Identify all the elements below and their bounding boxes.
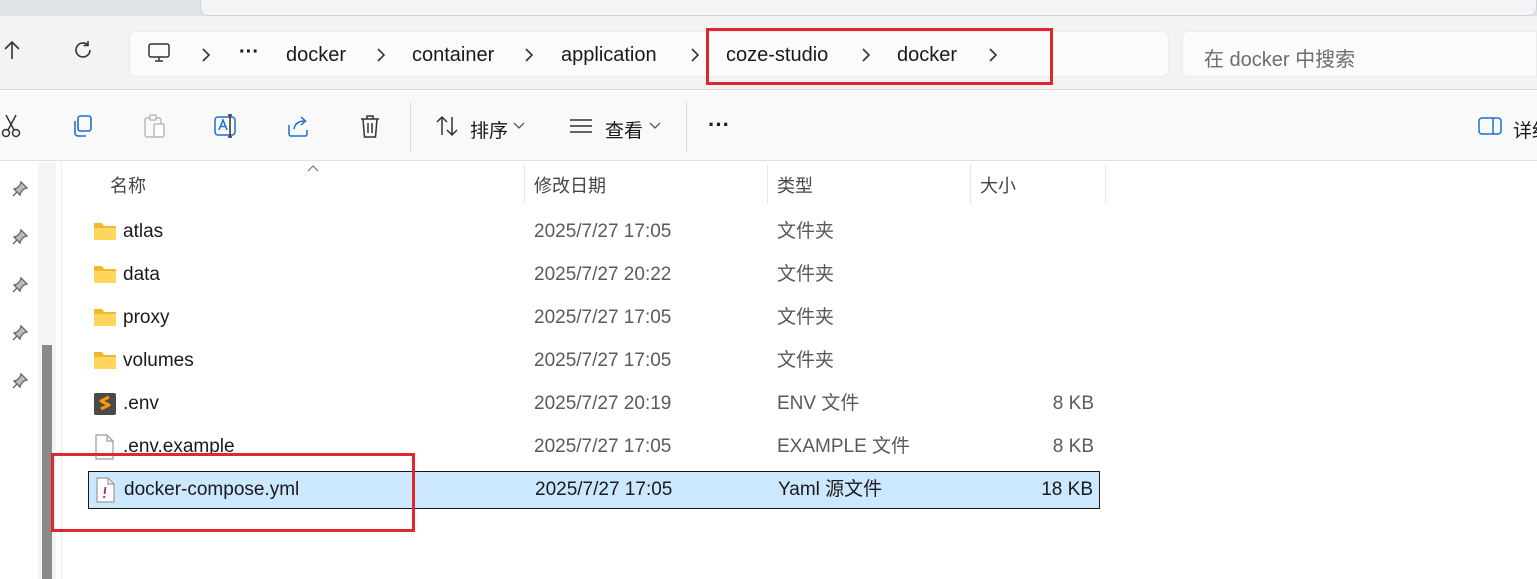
folder-icon: [93, 263, 117, 287]
active-tab[interactable]: [200, 0, 1537, 16]
toolbar-divider: [686, 102, 687, 152]
file-type: EXAMPLE 文件: [777, 436, 911, 457]
search-input[interactable]: 在 docker 中搜索: [1204, 43, 1355, 72]
toolbar-divider: [410, 102, 411, 152]
highlight-box-breadcrumb: [706, 28, 1053, 85]
file-name[interactable]: .env: [123, 392, 159, 416]
file-row-proxy[interactable]: proxy 2025/7/27 17:05 文件夹: [88, 299, 1100, 337]
sublime-file-icon: [93, 392, 117, 416]
file-type: Yaml 源文件: [778, 479, 883, 500]
pin-icon[interactable]: [11, 276, 29, 294]
details-button[interactable]: 详细: [1513, 116, 1537, 143]
copy-icon[interactable]: [69, 113, 95, 139]
chevron-down-icon[interactable]: [646, 116, 664, 136]
file-size: 8 KB: [1052, 393, 1094, 414]
details-pane-icon[interactable]: [1477, 113, 1503, 139]
column-header-type[interactable]: 类型: [777, 172, 813, 202]
chevron-down-icon[interactable]: [510, 116, 528, 136]
file-row-data[interactable]: data 2025/7/27 20:22 文件夹: [88, 256, 1100, 294]
file-type: 文件夹: [777, 221, 835, 242]
breadcrumb-docker[interactable]: docker: [286, 43, 346, 67]
file-modified: 2025/7/27 17:05: [534, 436, 672, 457]
view-icon[interactable]: [568, 113, 594, 139]
column-header-size[interactable]: 大小: [980, 172, 1016, 202]
file-row-atlas[interactable]: atlas 2025/7/27 17:05 文件夹: [88, 213, 1100, 251]
column-divider[interactable]: [1105, 164, 1106, 204]
file-name[interactable]: proxy: [123, 306, 169, 330]
chevron-right-icon[interactable]: [199, 45, 213, 65]
pin-icon[interactable]: [11, 228, 29, 246]
file-type: 文件夹: [777, 307, 835, 328]
column-header-modified[interactable]: 修改日期: [534, 172, 606, 202]
sort-button[interactable]: 排序: [470, 116, 508, 143]
chevron-right-icon[interactable]: [374, 45, 388, 65]
file-row-volumes[interactable]: volumes 2025/7/27 17:05 文件夹: [88, 342, 1100, 380]
file-modified: 2025/7/27 17:05: [534, 350, 672, 371]
more-options-button[interactable]: ···: [708, 112, 730, 138]
this-pc-icon[interactable]: [147, 41, 171, 65]
folder-icon: [93, 349, 117, 373]
column-divider[interactable]: [524, 164, 525, 204]
view-button[interactable]: 查看: [605, 116, 643, 143]
folder-icon: [93, 306, 117, 330]
pin-icon[interactable]: [11, 180, 29, 198]
file-type: ENV 文件: [777, 393, 860, 414]
cut-icon[interactable]: [0, 113, 24, 139]
pin-icon[interactable]: [11, 324, 29, 342]
highlight-box-file: [51, 453, 415, 532]
chevron-right-icon[interactable]: [522, 45, 536, 65]
sort-icon[interactable]: [434, 113, 460, 139]
sort-ascending-icon: [304, 162, 322, 174]
file-name[interactable]: data: [123, 263, 160, 287]
file-size: 8 KB: [1052, 436, 1094, 457]
pin-icon[interactable]: [11, 372, 29, 390]
refresh-icon[interactable]: [71, 38, 95, 62]
file-modified: 2025/7/27 17:05: [534, 221, 672, 242]
paste-icon: [141, 113, 167, 139]
breadcrumb-application[interactable]: application: [561, 43, 657, 67]
file-name[interactable]: atlas: [123, 220, 163, 244]
rename-icon[interactable]: [213, 113, 239, 139]
file-name[interactable]: volumes: [123, 349, 194, 373]
column-header-name[interactable]: 名称: [110, 172, 146, 202]
breadcrumb-container[interactable]: container: [412, 43, 494, 67]
file-modified: 2025/7/27 20:19: [534, 393, 672, 414]
column-divider[interactable]: [767, 164, 768, 204]
chevron-right-icon[interactable]: [688, 45, 702, 65]
share-icon[interactable]: [285, 113, 311, 139]
column-divider[interactable]: [970, 164, 971, 204]
file-modified: 2025/7/27 20:22: [534, 264, 672, 285]
breadcrumb-overflow[interactable]: ···: [239, 40, 259, 64]
delete-icon[interactable]: [357, 113, 383, 139]
file-row-env[interactable]: .env 2025/7/27 20:19 ENV 文件 8 KB: [88, 385, 1100, 423]
folder-icon: [93, 220, 117, 244]
file-modified: 2025/7/27 17:05: [535, 479, 673, 500]
file-type: 文件夹: [777, 264, 835, 285]
file-modified: 2025/7/27 17:05: [534, 307, 672, 328]
file-size: 18 KB: [1041, 479, 1093, 500]
file-type: 文件夹: [777, 350, 835, 371]
tab-strip: [0, 0, 1537, 16]
up-icon[interactable]: [0, 38, 24, 62]
